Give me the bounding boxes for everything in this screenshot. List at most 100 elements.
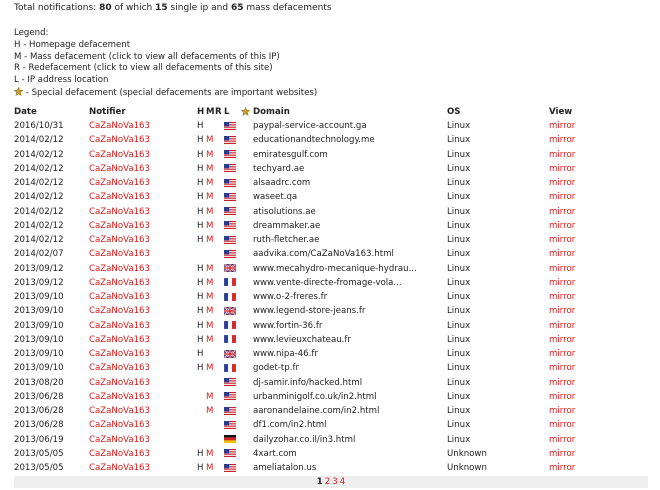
row-mirror-link[interactable]: mirror bbox=[549, 219, 648, 233]
row-notifier-link[interactable]: CaZaNoVa163 bbox=[89, 404, 197, 418]
row-redeface-link[interactable] bbox=[215, 247, 224, 261]
row-mass-link[interactable]: M bbox=[206, 262, 215, 276]
row-notifier-link[interactable]: CaZaNoVa163 bbox=[89, 447, 197, 461]
row-mass-link[interactable]: M bbox=[206, 162, 215, 176]
row-notifier-link[interactable]: CaZaNoVa163 bbox=[89, 461, 197, 475]
row-mass-link[interactable]: M bbox=[206, 390, 215, 404]
row-mirror-link[interactable]: mirror bbox=[549, 205, 648, 219]
row-redeface-link[interactable] bbox=[215, 219, 224, 233]
row-mirror-link[interactable]: mirror bbox=[549, 376, 648, 390]
row-redeface-link[interactable] bbox=[215, 148, 224, 162]
row-notifier-link[interactable]: CaZaNoVa163 bbox=[89, 190, 197, 204]
row-mass-link[interactable]: M bbox=[206, 133, 215, 147]
row-redeface-link[interactable] bbox=[215, 233, 224, 247]
row-mass-link[interactable]: M bbox=[206, 233, 215, 247]
row-mirror-link[interactable]: mirror bbox=[549, 461, 648, 475]
row-redeface-link[interactable] bbox=[215, 304, 224, 318]
row-notifier-link[interactable]: CaZaNoVa163 bbox=[89, 333, 197, 347]
row-mirror-link[interactable]: mirror bbox=[549, 276, 648, 290]
row-notifier-link[interactable]: CaZaNoVa163 bbox=[89, 304, 197, 318]
row-mass-link[interactable] bbox=[206, 433, 215, 447]
row-redeface-link[interactable] bbox=[215, 461, 224, 475]
row-mirror-link[interactable]: mirror bbox=[549, 333, 648, 347]
row-notifier-link[interactable]: CaZaNoVa163 bbox=[89, 176, 197, 190]
page-link-3[interactable]: 3 bbox=[332, 477, 337, 487]
row-mass-link[interactable] bbox=[206, 376, 215, 390]
row-mass-link[interactable]: M bbox=[206, 333, 215, 347]
row-redeface-link[interactable] bbox=[215, 276, 224, 290]
row-mass-link[interactable]: M bbox=[206, 219, 215, 233]
row-notifier-link[interactable]: CaZaNoVa163 bbox=[89, 418, 197, 432]
row-notifier-link[interactable]: CaZaNoVa163 bbox=[89, 162, 197, 176]
row-redeface-link[interactable] bbox=[215, 347, 224, 361]
row-mirror-link[interactable]: mirror bbox=[549, 233, 648, 247]
row-redeface-link[interactable] bbox=[215, 262, 224, 276]
row-mass-link[interactable]: M bbox=[206, 447, 215, 461]
row-mass-link[interactable] bbox=[206, 119, 215, 133]
row-redeface-link[interactable] bbox=[215, 433, 224, 447]
row-redeface-link[interactable] bbox=[215, 390, 224, 404]
row-mirror-link[interactable]: mirror bbox=[549, 290, 648, 304]
row-mass-link[interactable]: M bbox=[206, 205, 215, 219]
row-mass-link[interactable] bbox=[206, 247, 215, 261]
row-mass-link[interactable]: M bbox=[206, 304, 215, 318]
row-mirror-link[interactable]: mirror bbox=[549, 176, 648, 190]
row-notifier-link[interactable]: CaZaNoVa163 bbox=[89, 276, 197, 290]
row-notifier-link[interactable]: CaZaNoVa163 bbox=[89, 361, 197, 375]
row-mirror-link[interactable]: mirror bbox=[549, 247, 648, 261]
row-mirror-link[interactable]: mirror bbox=[549, 447, 648, 461]
page-link-4[interactable]: 4 bbox=[340, 477, 345, 487]
row-redeface-link[interactable] bbox=[215, 162, 224, 176]
row-mirror-link[interactable]: mirror bbox=[549, 418, 648, 432]
row-mass-link[interactable]: M bbox=[206, 290, 215, 304]
row-redeface-link[interactable] bbox=[215, 319, 224, 333]
row-mirror-link[interactable]: mirror bbox=[549, 433, 648, 447]
row-redeface-link[interactable] bbox=[215, 361, 224, 375]
row-mass-link[interactable] bbox=[206, 347, 215, 361]
row-mirror-link[interactable]: mirror bbox=[549, 319, 648, 333]
row-notifier-link[interactable]: CaZaNoVa163 bbox=[89, 390, 197, 404]
row-mirror-link[interactable]: mirror bbox=[549, 361, 648, 375]
row-mirror-link[interactable]: mirror bbox=[549, 190, 648, 204]
page-link-2[interactable]: 2 bbox=[325, 477, 330, 487]
row-mass-link[interactable]: M bbox=[206, 319, 215, 333]
row-mass-link[interactable]: M bbox=[206, 176, 215, 190]
row-notifier-link[interactable]: CaZaNoVa163 bbox=[89, 376, 197, 390]
page-link-1[interactable]: 1 bbox=[317, 477, 323, 487]
row-redeface-link[interactable] bbox=[215, 333, 224, 347]
row-notifier-link[interactable]: CaZaNoVa163 bbox=[89, 319, 197, 333]
row-notifier-link[interactable]: CaZaNoVa163 bbox=[89, 205, 197, 219]
row-mass-link[interactable]: M bbox=[206, 190, 215, 204]
row-mass-link[interactable]: M bbox=[206, 461, 215, 475]
row-redeface-link[interactable] bbox=[215, 290, 224, 304]
row-redeface-link[interactable] bbox=[215, 376, 224, 390]
row-notifier-link[interactable]: CaZaNoVa163 bbox=[89, 347, 197, 361]
row-mirror-link[interactable]: mirror bbox=[549, 133, 648, 147]
row-mass-link[interactable]: M bbox=[206, 148, 215, 162]
row-redeface-link[interactable] bbox=[215, 447, 224, 461]
row-notifier-link[interactable]: CaZaNoVa163 bbox=[89, 290, 197, 304]
row-mirror-link[interactable]: mirror bbox=[549, 162, 648, 176]
row-mirror-link[interactable]: mirror bbox=[549, 304, 648, 318]
row-notifier-link[interactable]: CaZaNoVa163 bbox=[89, 133, 197, 147]
row-redeface-link[interactable] bbox=[215, 176, 224, 190]
row-mirror-link[interactable]: mirror bbox=[549, 404, 648, 418]
row-mass-link[interactable]: M bbox=[206, 361, 215, 375]
row-redeface-link[interactable] bbox=[215, 205, 224, 219]
row-mirror-link[interactable]: mirror bbox=[549, 148, 648, 162]
row-notifier-link[interactable]: CaZaNoVa163 bbox=[89, 219, 197, 233]
row-notifier-link[interactable]: CaZaNoVa163 bbox=[89, 233, 197, 247]
row-redeface-link[interactable] bbox=[215, 133, 224, 147]
row-redeface-link[interactable] bbox=[215, 404, 224, 418]
row-mass-link[interactable]: M bbox=[206, 276, 215, 290]
row-notifier-link[interactable]: CaZaNoVa163 bbox=[89, 433, 197, 447]
row-mass-link[interactable]: M bbox=[206, 404, 215, 418]
row-mirror-link[interactable]: mirror bbox=[549, 119, 648, 133]
row-redeface-link[interactable] bbox=[215, 190, 224, 204]
row-mirror-link[interactable]: mirror bbox=[549, 347, 648, 361]
row-redeface-link[interactable] bbox=[215, 119, 224, 133]
row-redeface-link[interactable] bbox=[215, 418, 224, 432]
row-notifier-link[interactable]: CaZaNoVa163 bbox=[89, 247, 197, 261]
row-notifier-link[interactable]: CaZaNoVa163 bbox=[89, 262, 197, 276]
row-mirror-link[interactable]: mirror bbox=[549, 262, 648, 276]
